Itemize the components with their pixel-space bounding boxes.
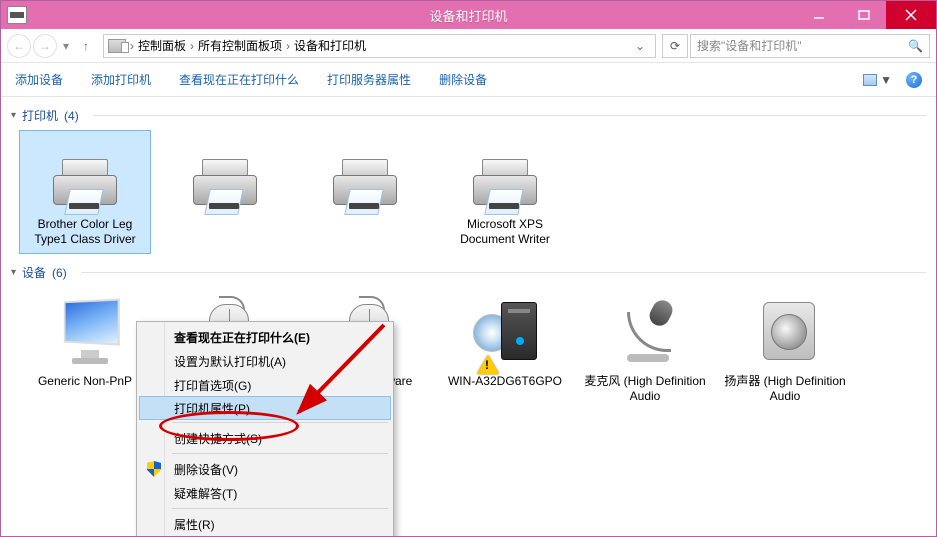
titlebar[interactable]: 设备和打印机: [1, 1, 936, 29]
menu-create-shortcut[interactable]: 创建快捷方式(S): [140, 426, 390, 450]
breadcrumb-dropdown[interactable]: ⌄: [629, 39, 651, 53]
group-label: 设备: [22, 264, 46, 281]
print-server-properties-button[interactable]: 打印服务器属性: [327, 71, 411, 88]
search-icon[interactable]: 🔍: [908, 39, 923, 53]
shield-icon: [147, 461, 161, 477]
item-label: WIN-A32DG6T6GPO: [448, 374, 562, 389]
speaker-icon: [741, 294, 829, 372]
printers-list: Brother Color Leg Type1 Class Driver Mic…: [11, 130, 926, 254]
history-dropdown[interactable]: ▾: [59, 39, 73, 53]
search-placeholder: 搜索"设备和打印机": [697, 37, 802, 54]
content-area: ▾ 打印机 (4) Brother Color Leg Type1 Class …: [1, 97, 936, 536]
add-printer-button[interactable]: 添加打印机: [91, 71, 151, 88]
chevron-down-icon: ▾: [11, 267, 16, 278]
group-header-printers[interactable]: ▾ 打印机 (4): [11, 107, 926, 124]
microphone-icon: [601, 294, 689, 372]
chevron-right-icon: ›: [130, 39, 134, 53]
printer-item[interactable]: [159, 130, 291, 254]
menu-properties[interactable]: 属性(R): [140, 512, 390, 536]
breadcrumb[interactable]: › 控制面板 › 所有控制面板项 › 设备和打印机 ⌄: [103, 34, 656, 58]
menu-remove-device[interactable]: 删除设备(V): [140, 457, 390, 481]
device-item[interactable]: WIN-A32DG6T6GPO: [439, 287, 571, 411]
item-label: Generic Non-PnP: [38, 374, 132, 389]
back-button[interactable]: ←: [7, 34, 31, 58]
command-bar: 添加设备 添加打印机 查看现在正在打印什么 打印服务器属性 删除设备 ▼ ?: [1, 63, 936, 97]
printer-item[interactable]: Brother Color Leg Type1 Class Driver: [19, 130, 151, 254]
menu-troubleshoot[interactable]: 疑难解答(T): [140, 481, 390, 505]
group-count: (6): [52, 266, 67, 280]
printer-item[interactable]: [299, 130, 431, 254]
help-button[interactable]: ?: [906, 72, 922, 88]
chevron-right-icon: ›: [190, 39, 194, 53]
menu-separator: [172, 422, 388, 423]
menu-separator: [172, 453, 388, 454]
divider: [81, 272, 926, 273]
printer-icon: [181, 137, 269, 215]
item-label: 麦克风 (High Definition Audio: [584, 374, 706, 404]
window-frame: 设备和打印机 ← → ▾ ↑ › 控制面板 › 所有控制面板项 › 设备和打印机…: [0, 0, 937, 537]
menu-see-printing[interactable]: 查看现在正在打印什么(E): [140, 325, 390, 349]
item-label: 扬声器 (High Definition Audio: [724, 374, 846, 404]
menu-printer-properties[interactable]: 打印机属性(P): [139, 396, 391, 420]
device-item[interactable]: 麦克风 (High Definition Audio: [579, 287, 711, 411]
item-label: Brother Color Leg Type1 Class Driver: [24, 217, 146, 247]
device-item[interactable]: Generic Non-PnP: [19, 287, 151, 411]
breadcrumb-item[interactable]: 所有控制面板项: [198, 37, 282, 54]
item-label: Microsoft XPS Document Writer: [444, 217, 566, 247]
printer-icon: [461, 137, 549, 215]
printer-icon: [41, 137, 129, 215]
menu-separator: [172, 508, 388, 509]
forward-button[interactable]: →: [33, 34, 57, 58]
group-label: 打印机: [22, 107, 58, 124]
printer-item[interactable]: Microsoft XPS Document Writer: [439, 130, 571, 254]
breadcrumb-item[interactable]: 设备和打印机: [294, 37, 366, 54]
context-menu: 查看现在正在打印什么(E) 设置为默认打印机(A) 打印首选项(G) 打印机属性…: [136, 321, 394, 536]
group-count: (4): [64, 109, 79, 123]
menu-set-default-printer[interactable]: 设置为默认打印机(A): [140, 349, 390, 373]
menu-printing-preferences[interactable]: 打印首选项(G): [140, 373, 390, 397]
computer-icon: [461, 294, 549, 372]
devices-icon: [108, 39, 126, 53]
search-input[interactable]: 搜索"设备和打印机" 🔍: [690, 34, 930, 58]
see-whats-printing-button[interactable]: 查看现在正在打印什么: [179, 71, 299, 88]
add-device-button[interactable]: 添加设备: [15, 71, 63, 88]
breadcrumb-item[interactable]: 控制面板: [138, 37, 186, 54]
monitor-icon: [41, 294, 129, 372]
window-title: 设备和打印机: [1, 6, 936, 25]
chevron-down-icon: ▾: [11, 110, 16, 121]
divider: [93, 115, 926, 116]
view-options-button[interactable]: ▼: [863, 73, 892, 87]
refresh-button[interactable]: ⟳: [662, 34, 688, 58]
device-item[interactable]: 扬声器 (High Definition Audio: [719, 287, 851, 411]
up-button[interactable]: ↑: [75, 35, 97, 57]
chevron-right-icon: ›: [286, 39, 290, 53]
remove-device-button[interactable]: 删除设备: [439, 71, 487, 88]
printer-icon: [321, 137, 409, 215]
group-header-devices[interactable]: ▾ 设备 (6): [11, 264, 926, 281]
address-bar: ← → ▾ ↑ › 控制面板 › 所有控制面板项 › 设备和打印机 ⌄ ⟳ 搜索…: [1, 29, 936, 63]
